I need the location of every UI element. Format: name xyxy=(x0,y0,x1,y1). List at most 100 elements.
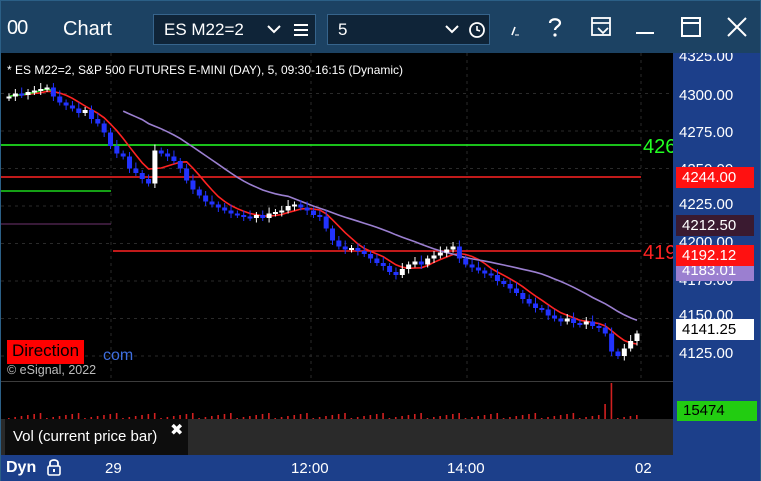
candle-body xyxy=(158,150,164,154)
volume-axis: 15474 xyxy=(673,381,760,455)
level-labels: 426 419 xyxy=(643,136,673,264)
lock-icon[interactable] xyxy=(46,458,62,476)
candle-body xyxy=(609,333,615,352)
candle-body xyxy=(501,281,507,284)
candlestick-chart[interactable]: 426 419 xyxy=(1,53,673,381)
candle-body xyxy=(450,246,456,250)
volume-bars xyxy=(8,383,638,420)
candle-body xyxy=(361,251,367,254)
candle-body xyxy=(418,261,424,265)
candle-body xyxy=(31,90,37,93)
volume-bar xyxy=(604,404,606,420)
candle-body xyxy=(387,266,393,272)
last-price-label: 4141.25 xyxy=(676,319,754,340)
time-tick: 02 xyxy=(635,460,652,477)
candle-body xyxy=(374,258,380,263)
candle-body xyxy=(488,273,494,276)
help-icon[interactable] xyxy=(543,15,567,39)
candle-body xyxy=(412,261,418,265)
candle-body xyxy=(177,161,183,169)
candle-body xyxy=(196,189,202,196)
candle-body xyxy=(590,321,596,326)
price-tick: 4275.00 xyxy=(679,124,734,141)
maximize-icon[interactable] xyxy=(679,15,703,39)
watermark-com: com xyxy=(103,347,134,364)
candle-body xyxy=(234,213,240,216)
candle-body xyxy=(82,110,88,113)
candle-body xyxy=(88,110,94,119)
candle-body xyxy=(272,212,278,214)
candle-body xyxy=(526,299,532,304)
candle-body xyxy=(298,204,304,208)
candle-body xyxy=(152,150,158,184)
candle-body xyxy=(279,210,285,213)
menu-icon[interactable] xyxy=(292,21,310,39)
price-chart[interactable]: 426 419 * ES M22=2, S&P 500 FUTURES E-MI… xyxy=(1,53,673,381)
candle-body xyxy=(444,249,450,253)
symbol-value: ES M22=2 xyxy=(164,20,244,39)
minimize-icon[interactable] xyxy=(633,15,657,39)
volume-pane[interactable] xyxy=(1,381,673,420)
direction-badge: Direction xyxy=(7,340,85,364)
candle-body xyxy=(456,246,462,259)
candle-body xyxy=(406,264,412,269)
candle-body xyxy=(44,87,50,90)
candle-body xyxy=(215,204,221,208)
candle-body xyxy=(564,318,570,322)
interval-combo[interactable]: 5 xyxy=(327,14,490,45)
green-level-label: 426 xyxy=(643,136,673,158)
chevron-down-icon[interactable] xyxy=(444,21,460,37)
candle-body xyxy=(171,156,177,161)
candle-body xyxy=(50,87,56,97)
time-tick: 12:00 xyxy=(291,460,329,477)
candle-body xyxy=(533,303,539,308)
symbol-combo[interactable]: ES M22=2 xyxy=(153,14,316,45)
candle-body xyxy=(552,315,558,319)
candle-body xyxy=(165,153,171,157)
volume-value-label: 15474 xyxy=(677,401,757,421)
candle-body xyxy=(291,204,297,207)
price-axis[interactable]: 4325.00 4300.00 4275.00 4250.00 4225.00 … xyxy=(673,53,760,381)
dark-level-price-label: 4212.50 xyxy=(676,215,754,236)
draw-tool-icon[interactable] xyxy=(506,15,530,39)
red-level-label: 419 xyxy=(643,242,673,264)
candle-body xyxy=(260,215,266,218)
volume-bar xyxy=(610,383,613,420)
candle-body xyxy=(431,255,437,259)
clock-icon[interactable] xyxy=(468,21,486,39)
candle-body xyxy=(520,293,526,299)
candle-body xyxy=(266,213,272,218)
study-close-icon[interactable]: ✖ xyxy=(170,420,183,440)
candle-body xyxy=(6,96,12,99)
candle-body xyxy=(190,180,196,190)
close-icon[interactable] xyxy=(725,15,749,39)
candle-body xyxy=(146,179,152,184)
candle-body xyxy=(621,348,627,356)
candle-body xyxy=(571,318,577,323)
candle-body xyxy=(545,309,551,316)
candle-body xyxy=(399,269,405,275)
candle-body xyxy=(139,173,145,179)
candle-body xyxy=(285,206,291,211)
candle-body xyxy=(615,351,621,356)
title-bar: 00 Chart ES M22=2 5 xyxy=(1,1,760,53)
candle-body xyxy=(323,216,329,229)
candle-body xyxy=(583,321,589,325)
candle-body xyxy=(469,264,475,268)
page-menu-icon[interactable] xyxy=(589,15,613,39)
chevron-down-icon[interactable] xyxy=(266,21,282,37)
study-bar: Vol (current price bar) ✖ xyxy=(1,419,673,455)
candle-body xyxy=(253,215,259,218)
candle-body xyxy=(228,210,234,214)
candle-body xyxy=(475,267,481,271)
grid-lines xyxy=(1,53,673,381)
interval-value: 5 xyxy=(338,20,348,39)
candle-body xyxy=(120,153,126,157)
candle-body xyxy=(482,270,488,274)
purple-moving-average xyxy=(122,110,638,322)
time-axis[interactable]: Dyn 29 12:00 14:00 02 xyxy=(1,455,760,481)
candle-body xyxy=(38,89,44,91)
candle-body xyxy=(107,132,113,146)
chart-window: 00 Chart ES M22=2 5 426 419 * ES M22=2, … xyxy=(0,0,761,481)
study-tab[interactable]: Vol (current price bar) xyxy=(5,419,188,455)
